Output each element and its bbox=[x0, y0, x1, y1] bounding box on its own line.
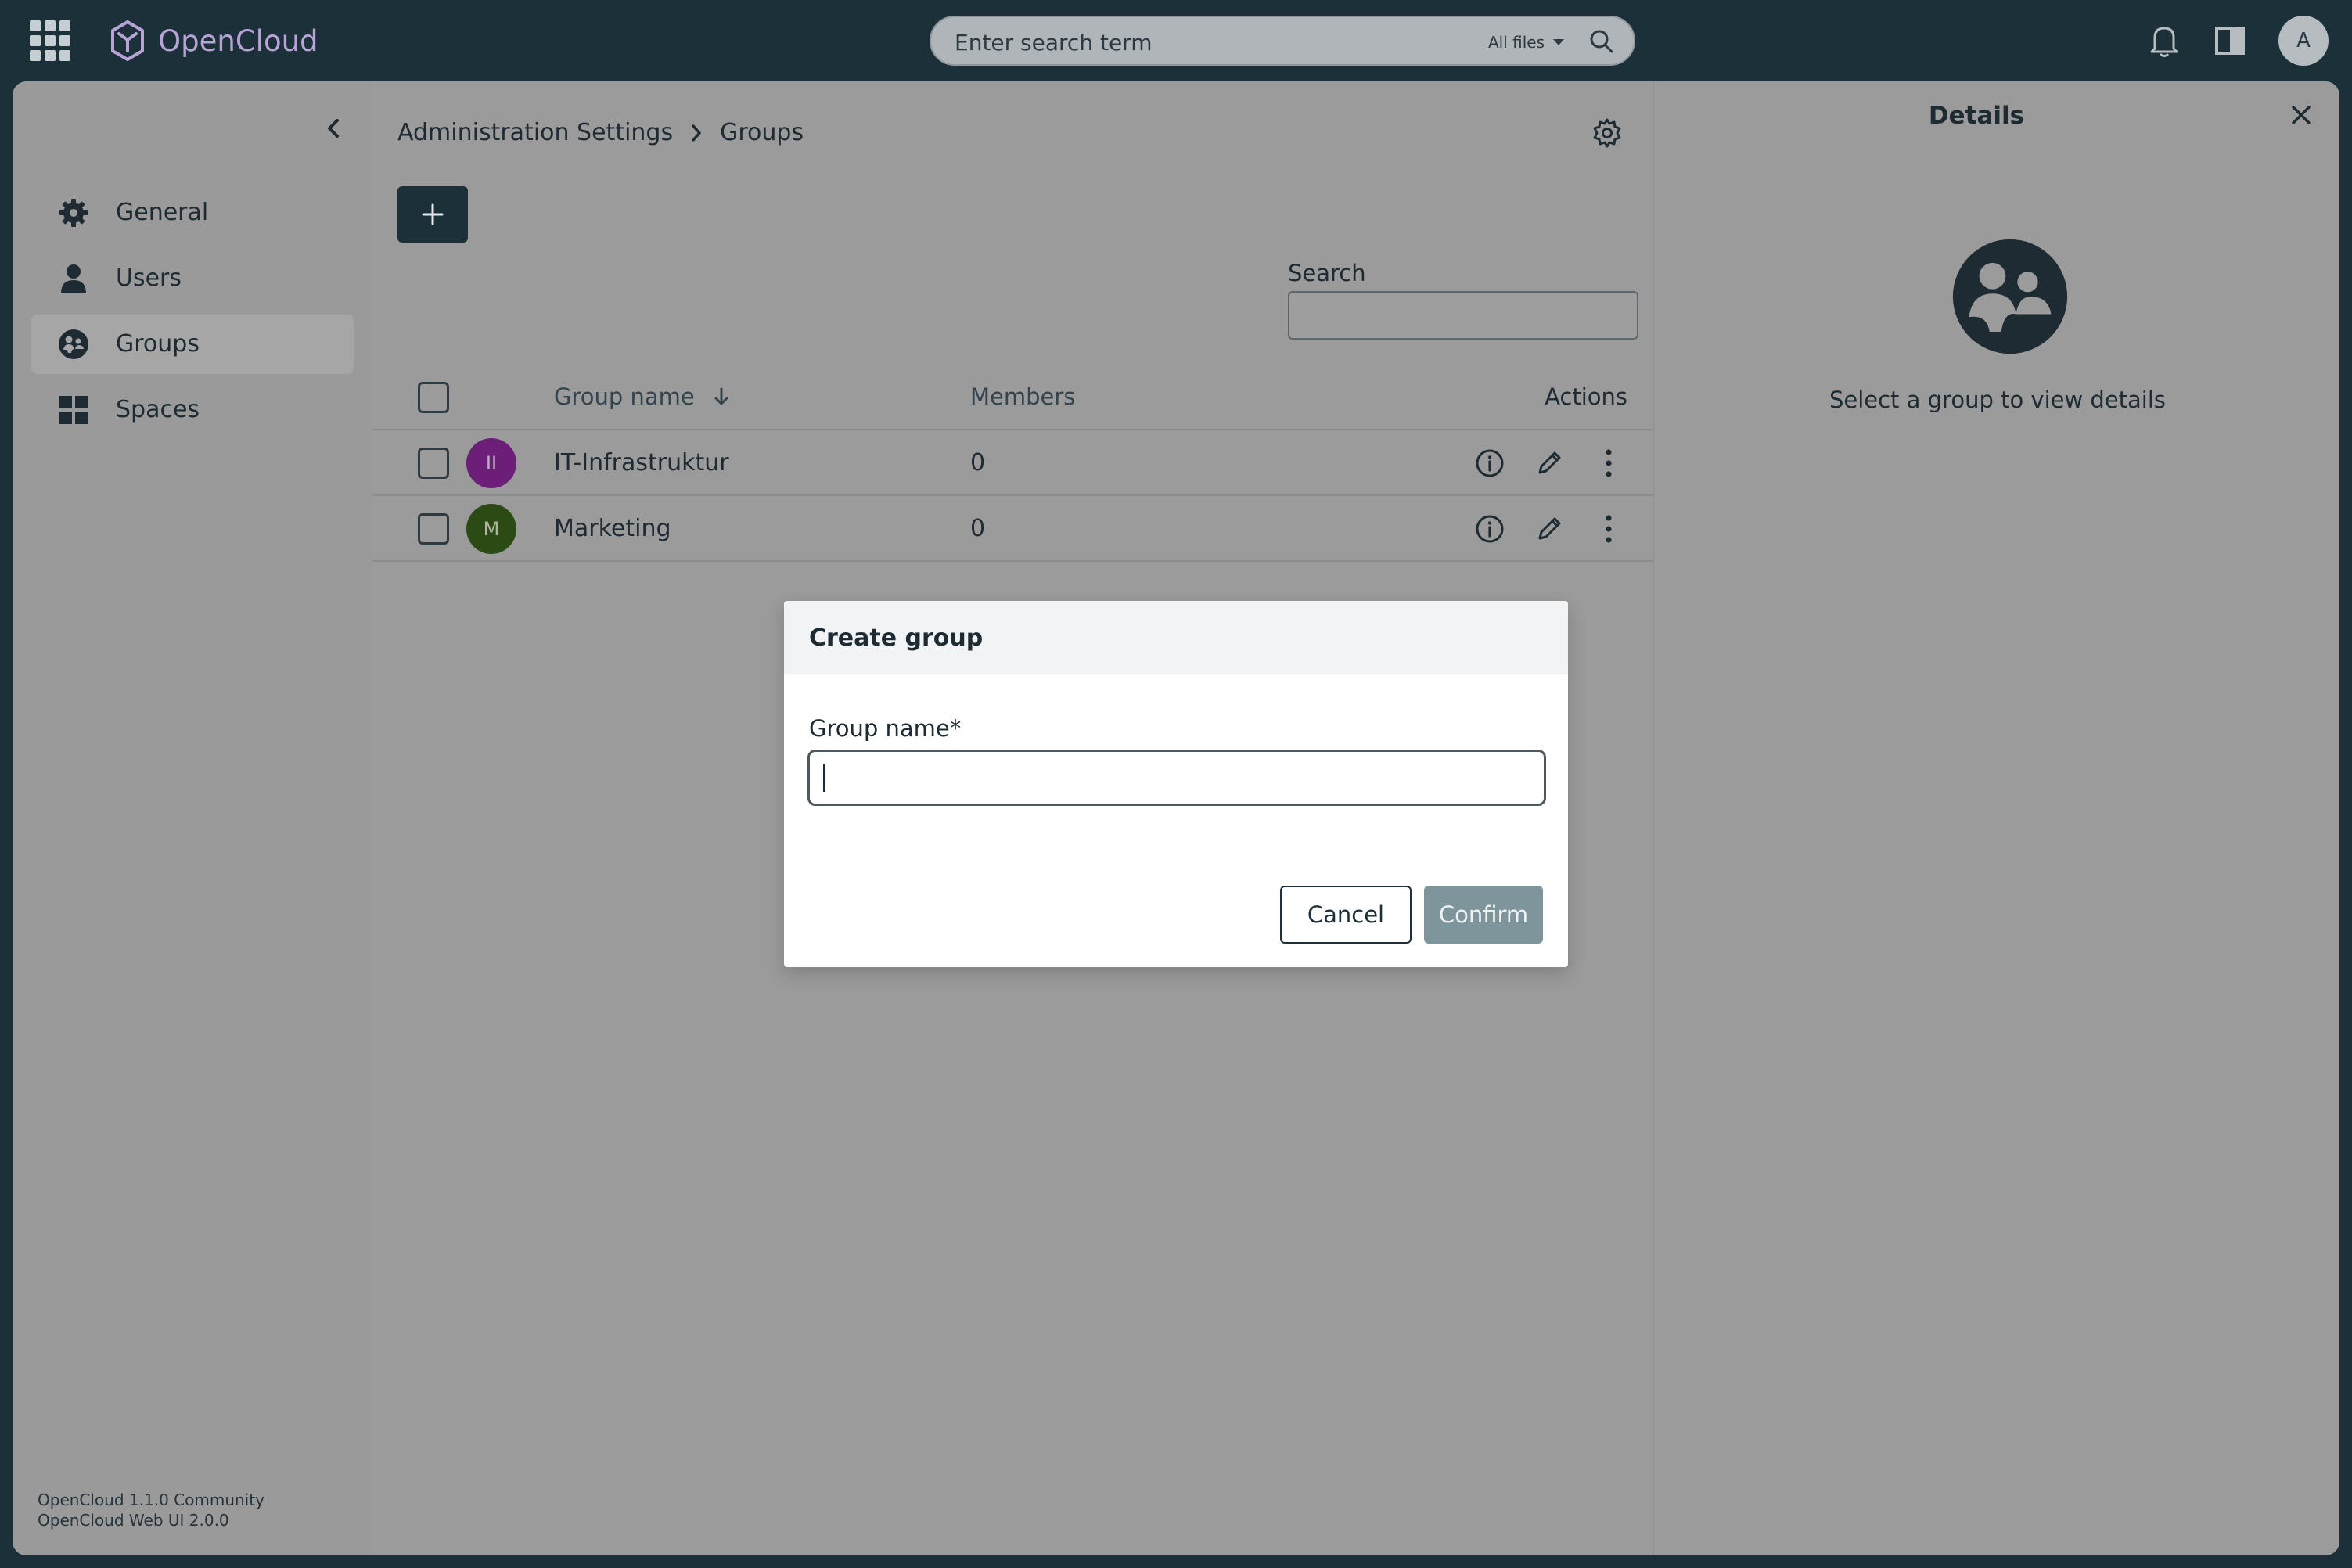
groups-icon bbox=[59, 329, 88, 359]
chevron-down-icon[interactable] bbox=[1552, 38, 1565, 47]
create-group-modal: Create group Group name* Cancel Confirm bbox=[784, 601, 1568, 967]
breadcrumb-admin-settings[interactable]: Administration Settings bbox=[397, 119, 673, 146]
info-button[interactable] bbox=[1473, 512, 1507, 546]
cancel-button[interactable]: Cancel bbox=[1280, 886, 1412, 944]
sidebar: General Users Groups Spaces OpenCloud 1.… bbox=[13, 81, 372, 1555]
version-info: OpenCloud 1.1.0 Community OpenCloud Web … bbox=[38, 1490, 264, 1530]
sidebar-item-general[interactable]: General bbox=[31, 183, 354, 243]
sidebar-item-label: Groups bbox=[116, 330, 200, 358]
sidebar-toggle-icon bbox=[2215, 27, 2245, 55]
group-name-label: Group name* bbox=[809, 715, 962, 742]
sidebar-item-users[interactable]: Users bbox=[31, 249, 354, 308]
breadcrumb-groups: Groups bbox=[720, 119, 804, 146]
row-checkbox[interactable] bbox=[418, 513, 449, 545]
plus-icon bbox=[422, 203, 444, 225]
modal-header: Create group bbox=[784, 601, 1568, 674]
row-checkbox[interactable] bbox=[418, 448, 449, 479]
info-button[interactable] bbox=[1473, 446, 1507, 480]
column-header-group-name[interactable]: Group name bbox=[554, 383, 730, 410]
sidebar-toggle-button[interactable] bbox=[2210, 20, 2250, 61]
group-search-input[interactable] bbox=[1288, 291, 1638, 340]
sidebar-item-label: General bbox=[116, 199, 209, 226]
more-actions-button[interactable] bbox=[1591, 446, 1626, 480]
column-header-actions: Actions bbox=[1545, 383, 1627, 410]
sidebar-item-label: Users bbox=[116, 264, 182, 292]
group-name[interactable]: IT-Infrastruktur bbox=[554, 449, 729, 477]
add-group-button[interactable] bbox=[397, 186, 468, 243]
groups-icon bbox=[1952, 239, 2068, 354]
select-all-checkbox[interactable] bbox=[418, 382, 449, 413]
table-row[interactable]: II IT-Infrastruktur 0 bbox=[372, 430, 1653, 496]
notifications-button[interactable] bbox=[2144, 20, 2185, 61]
details-hint: Select a group to view details bbox=[1829, 387, 2167, 413]
sidebar-item-spaces[interactable]: Spaces bbox=[31, 380, 354, 440]
global-search[interactable]: Enter search term All files bbox=[930, 16, 1635, 66]
version-line: OpenCloud 1.1.0 Community bbox=[38, 1491, 264, 1509]
spaces-grid-icon bbox=[59, 396, 88, 424]
groups-table: Group name Members Actions II IT-Infrast… bbox=[372, 363, 1653, 562]
user-avatar[interactable]: A bbox=[2278, 16, 2329, 66]
bell-icon bbox=[2150, 27, 2178, 57]
table-header-row: Group name Members Actions bbox=[372, 363, 1653, 430]
logo-icon bbox=[111, 20, 144, 61]
user-icon bbox=[61, 264, 86, 293]
edit-button[interactable] bbox=[1532, 512, 1566, 546]
info-icon bbox=[1476, 515, 1504, 543]
gear-icon bbox=[59, 199, 88, 227]
pencil-icon bbox=[1538, 517, 1561, 540]
settings-gear-icon[interactable] bbox=[1591, 117, 1623, 149]
group-members-count: 0 bbox=[970, 449, 986, 477]
search-scope-select[interactable]: All files bbox=[1488, 33, 1545, 52]
text-cursor bbox=[823, 764, 825, 792]
search-label: Search bbox=[1288, 260, 1366, 286]
table-row[interactable]: M Marketing 0 bbox=[372, 496, 1653, 562]
chevron-left-icon[interactable] bbox=[324, 116, 343, 141]
edit-button[interactable] bbox=[1532, 446, 1566, 480]
close-icon[interactable] bbox=[2289, 103, 2313, 127]
group-members-count: 0 bbox=[970, 515, 986, 542]
modal-title: Create group bbox=[809, 624, 984, 652]
group-name-input[interactable] bbox=[807, 750, 1546, 806]
breadcrumb: Administration Settings Groups bbox=[397, 119, 804, 146]
group-avatar: II bbox=[466, 438, 516, 488]
column-header-members[interactable]: Members bbox=[970, 383, 1075, 410]
top-bar: OpenCloud Enter search term All files A bbox=[0, 0, 2352, 81]
chevron-right-icon bbox=[690, 123, 703, 143]
sidebar-item-groups[interactable]: Groups bbox=[31, 315, 354, 374]
app-name: OpenCloud bbox=[158, 23, 318, 58]
details-title: Details bbox=[1928, 102, 2025, 130]
kebab-menu-icon bbox=[1606, 449, 1612, 477]
group-name[interactable]: Marketing bbox=[554, 515, 671, 542]
app-logo[interactable]: OpenCloud bbox=[110, 19, 318, 63]
group-avatar: M bbox=[466, 504, 516, 554]
info-icon bbox=[1476, 449, 1504, 477]
kebab-menu-icon bbox=[1606, 515, 1612, 543]
confirm-button[interactable]: Confirm bbox=[1424, 886, 1543, 944]
more-actions-button[interactable] bbox=[1591, 512, 1626, 546]
sidebar-item-label: Spaces bbox=[116, 396, 200, 423]
version-line: OpenCloud Web UI 2.0.0 bbox=[38, 1511, 229, 1530]
apps-grid-icon[interactable] bbox=[30, 20, 70, 61]
details-panel: Details Select a group to view details bbox=[1653, 81, 2339, 1555]
search-icon[interactable] bbox=[1588, 28, 1615, 55]
search-input[interactable]: Enter search term bbox=[955, 30, 1152, 56]
pencil-icon bbox=[1538, 451, 1561, 474]
arrow-down-icon bbox=[714, 387, 728, 405]
column-header-label: Group name bbox=[554, 383, 695, 410]
